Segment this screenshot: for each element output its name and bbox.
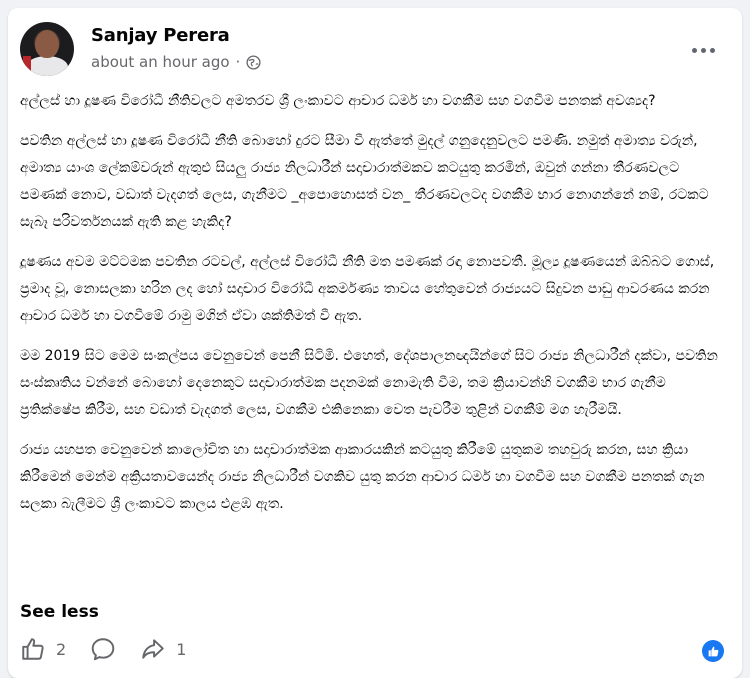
post-paragraph: රාජ්‍ය යහපත වෙනුවෙන් කාලෝචිත හා සදාචාරාත… [20, 442, 705, 512]
author-name[interactable]: Sanjay Perera [91, 25, 230, 46]
author-avatar[interactable] [20, 22, 74, 76]
share-button[interactable]: 1 [140, 636, 186, 662]
more-icon[interactable] [686, 40, 720, 60]
thumbs-up-icon [708, 646, 718, 656]
more-dot [709, 47, 715, 53]
like-count: 2 [56, 639, 67, 659]
post-card: Sanjay Perera about an hour ago · අල්ලස්… [8, 8, 742, 678]
post-paragraph: පවතින අල්ලස් හා දූෂණ විරෝධී නීති බොහෝ දු… [20, 133, 709, 230]
post-header: Sanjay Perera about an hour ago · [20, 22, 730, 78]
globe-icon[interactable] [246, 54, 261, 70]
see-less-link[interactable]: See less [20, 602, 99, 622]
post-paragraph: අල්ලස් හා දූෂණ විරෝධී නීතිවලට අමතරව ශ්‍ර… [20, 93, 656, 109]
share-icon [142, 639, 164, 659]
post-paragraph: දූෂණය අවම මට්ටමක පවතින රටවල්, අල්ලස් විර… [20, 254, 715, 324]
avatar-flag [23, 56, 31, 72]
post-body: අල්ලස් හා දූෂණ විරෝධී නීතිවලට අමතරව ශ්‍ර… [20, 88, 722, 531]
comment-button[interactable] [90, 636, 116, 662]
like-reaction-icon[interactable] [702, 640, 724, 662]
more-dot [691, 47, 697, 53]
like-icon [22, 638, 44, 660]
meta-separator: · [235, 53, 241, 71]
post-meta: about an hour ago · [91, 53, 261, 71]
share-count: 1 [176, 639, 187, 659]
like-button[interactable]: 2 [20, 636, 66, 662]
more-dot [700, 47, 706, 53]
post-time[interactable]: about an hour ago [91, 53, 230, 71]
post-paragraph: මම 2019 සිට මෙම සංකල්පය වෙනුවෙන් පෙනී සි… [20, 348, 718, 418]
comment-icon [91, 638, 115, 661]
avatar-face [35, 30, 59, 58]
avatar-shirt [26, 56, 68, 76]
action-bar: 2 1 [20, 636, 210, 662]
